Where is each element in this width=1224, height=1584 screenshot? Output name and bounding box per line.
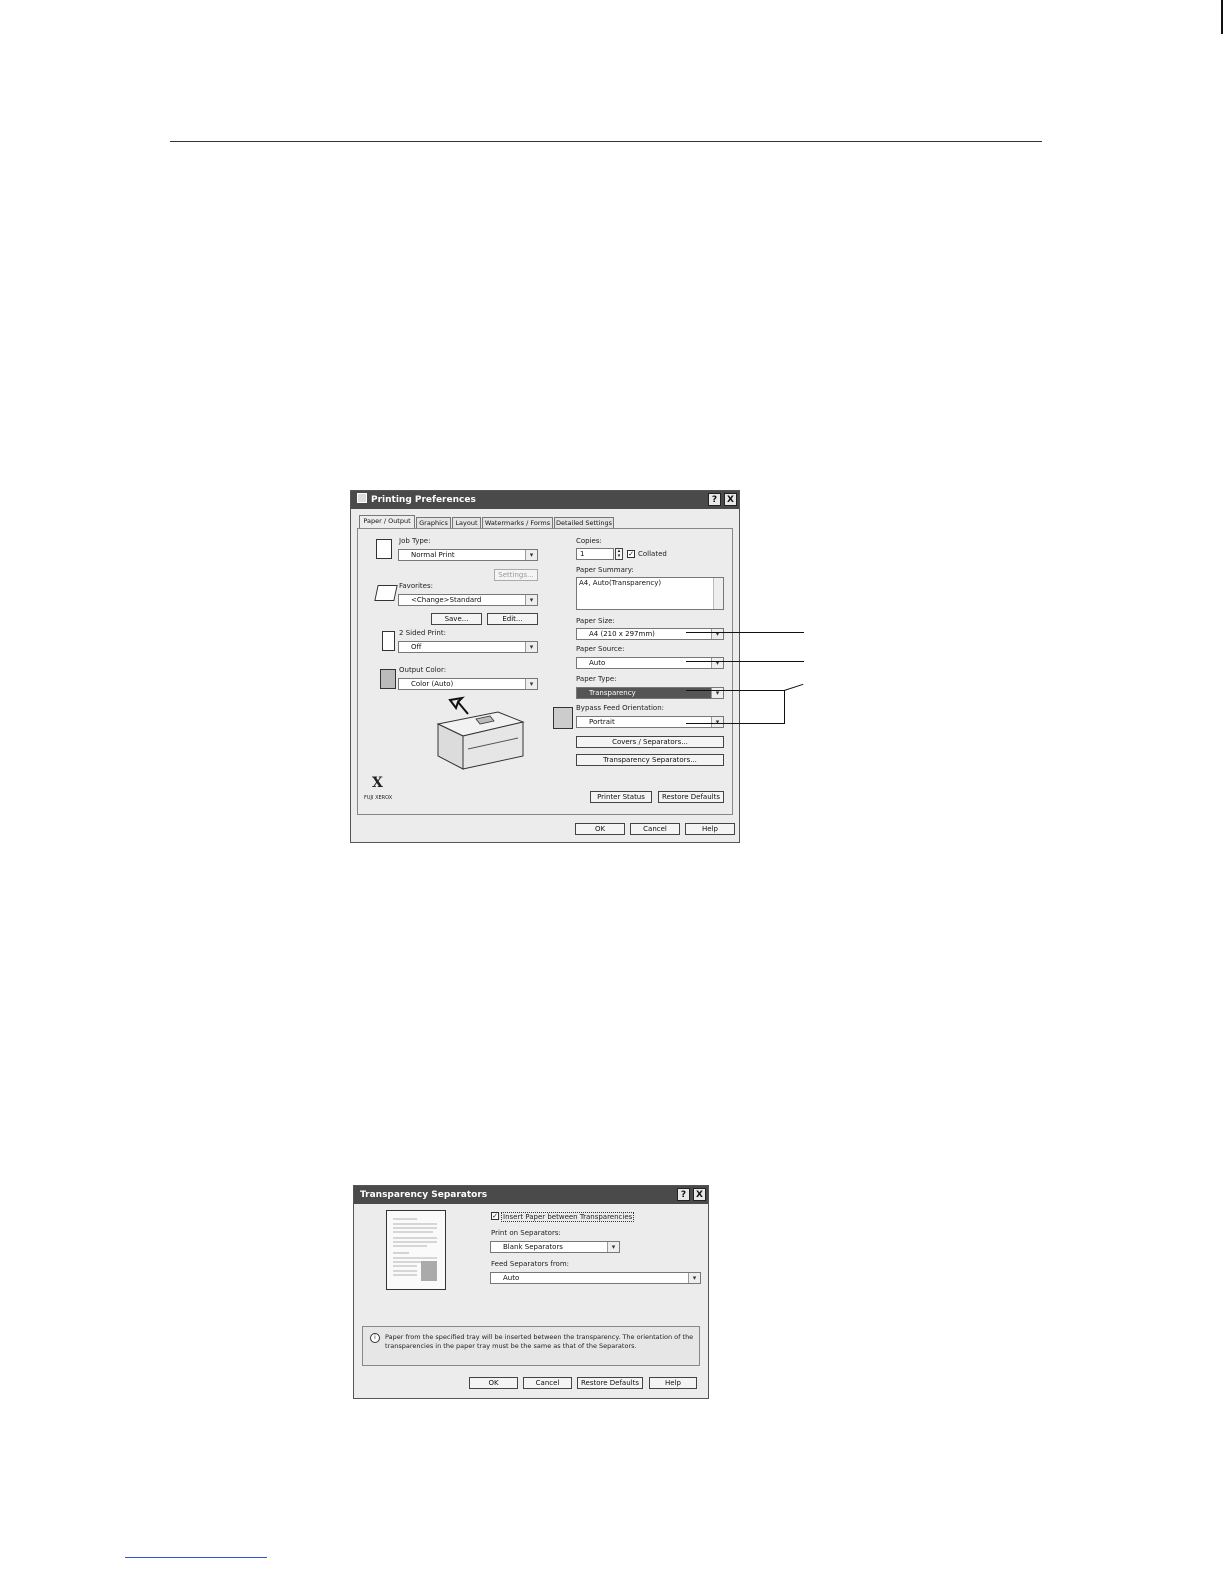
print-on-separators-select[interactable]: Blank Separators ▾ [490, 1241, 620, 1253]
page-preview-image [386, 1210, 446, 1290]
callout-line-paper-source [686, 661, 804, 662]
transparency-separators-button[interactable]: Transparency Separators... [576, 754, 724, 766]
paper-size-label: Paper Size: [576, 617, 615, 625]
printer-illustration [436, 696, 525, 770]
cancel-button[interactable]: Cancel [630, 823, 680, 835]
paper-summary-label: Paper Summary: [576, 566, 634, 574]
feed-separators-select[interactable]: Auto ▾ [490, 1272, 701, 1284]
footer-rule [125, 1557, 267, 1558]
transparency-separators-dialog: Transparency Separators ? X ✓ Insert Pap… [353, 1185, 709, 1399]
header-rule [170, 141, 1042, 142]
callout-line-paper-type [686, 690, 784, 691]
save-button[interactable]: Save... [431, 613, 482, 625]
info-panel: i Paper from the specified tray will be … [362, 1326, 700, 1366]
output-color-label: Output Color: [399, 666, 447, 674]
tab-panel: Job Type: Normal Print ▾ Settings... Fav… [357, 528, 733, 815]
help-title-button[interactable]: ? [677, 1188, 690, 1201]
title-bar: Printing Preferences [351, 491, 739, 509]
print-on-separators-label: Print on Separators: [491, 1229, 561, 1237]
two-sided-print-label: 2 Sided Print: [399, 629, 446, 637]
help-button[interactable]: Help [685, 823, 735, 835]
paper-source-select[interactable]: Auto ▾ [576, 657, 724, 669]
info-icon: i [370, 1333, 380, 1343]
printing-preferences-dialog: Printing Preferences ? X Paper / Output … [350, 490, 740, 843]
output-color-icon [380, 669, 396, 689]
chevron-down-icon: ▾ [711, 658, 723, 668]
tab-watermarks-forms[interactable]: Watermarks / Forms [482, 517, 553, 528]
settings-button[interactable]: Settings... [494, 569, 538, 581]
collated-label: Collated [638, 550, 667, 558]
tab-paper-output[interactable]: Paper / Output [359, 515, 415, 529]
edit-button[interactable]: Edit... [487, 613, 538, 625]
info-text-line-1: Paper from the specified tray will be in… [385, 1333, 694, 1341]
chevron-down-icon: ▾ [711, 629, 723, 639]
output-color-select[interactable]: Color (Auto) ▾ [398, 678, 538, 690]
printer-icon [357, 493, 367, 503]
copies-stepper[interactable]: ▴ ▾ [615, 548, 623, 560]
paper-summary-box: A4, Auto(Transparency) [576, 577, 724, 610]
chevron-down-icon: ▾ [607, 1242, 619, 1252]
chevron-down-icon: ▾ [711, 717, 723, 727]
insert-paper-label: Insert Paper between Transparencies [501, 1212, 635, 1222]
close-icon[interactable]: X [693, 1188, 706, 1201]
chevron-down-icon: ▾ [525, 642, 537, 652]
paper-type-select[interactable]: Transparency ▾ [576, 687, 724, 699]
ok-button[interactable]: OK [575, 823, 625, 835]
callout-bracket-vertical [784, 690, 785, 724]
summary-scrollbar[interactable] [713, 578, 723, 609]
tab-layout[interactable]: Layout [452, 517, 481, 528]
callout-line-bypass-feed [686, 723, 784, 724]
feed-separators-label: Feed Separators from: [491, 1260, 570, 1268]
close-icon[interactable]: X [724, 493, 737, 506]
paper-source-label: Paper Source: [576, 645, 625, 653]
collated-checkbox[interactable]: ✓ [627, 550, 635, 558]
chevron-down-icon: ▾ [525, 550, 537, 560]
dialog-title: Printing Preferences [371, 495, 476, 505]
help-button[interactable]: Help [649, 1377, 697, 1389]
paper-size-select[interactable]: A4 (210 x 297mm) ▾ [576, 628, 724, 640]
covers-separators-button[interactable]: Covers / Separators... [576, 736, 724, 748]
paper-type-label: Paper Type: [576, 675, 617, 683]
bypass-tray-icon [553, 707, 573, 729]
favorites-label: Favorites: [399, 582, 433, 590]
xerox-logo-text: FUJI XEROX [364, 795, 393, 801]
chevron-down-icon: ▾ [688, 1273, 700, 1283]
job-type-select[interactable]: Normal Print ▾ [398, 549, 538, 561]
bypass-feed-label: Bypass Feed Orientation: [576, 704, 664, 712]
cancel-button[interactable]: Cancel [523, 1377, 572, 1389]
info-text-line-2: transparencies in the paper tray must be… [385, 1342, 637, 1350]
favorites-folder-icon [374, 585, 398, 601]
chevron-down-icon: ▾ [525, 595, 537, 605]
bypass-feed-select[interactable]: Portrait ▾ [576, 716, 724, 728]
two-sided-print-select[interactable]: Off ▾ [398, 641, 538, 653]
ok-button[interactable]: OK [469, 1377, 518, 1389]
tab-detailed-settings[interactable]: Detailed Settings [554, 517, 614, 528]
dialog-title: Transparency Separators [360, 1190, 488, 1200]
copies-label: Copies: [576, 537, 602, 545]
chevron-down-icon: ▾ [525, 679, 537, 689]
tab-graphics[interactable]: Graphics [416, 517, 451, 528]
callout-line-paper-size [686, 632, 804, 633]
copies-input[interactable]: 1 [576, 548, 614, 560]
page-preview-lines [393, 1218, 437, 1281]
callout-line-bracket-out [784, 683, 804, 691]
xerox-logo-mark: X [372, 775, 383, 791]
help-title-button[interactable]: ? [708, 493, 721, 506]
job-type-label: Job Type: [399, 537, 431, 545]
restore-defaults-button[interactable]: Restore Defaults [658, 791, 724, 803]
title-bar: Transparency Separators [354, 1186, 708, 1204]
page-edge-rule [1221, 0, 1223, 34]
printer-status-button[interactable]: Printer Status [590, 791, 652, 803]
two-sided-print-icon [382, 631, 395, 651]
favorites-select[interactable]: <Change>Standard ▾ [398, 594, 538, 606]
restore-defaults-button[interactable]: Restore Defaults [577, 1377, 643, 1389]
insert-paper-checkbox[interactable]: ✓ [491, 1212, 499, 1220]
job-type-icon [376, 539, 392, 559]
